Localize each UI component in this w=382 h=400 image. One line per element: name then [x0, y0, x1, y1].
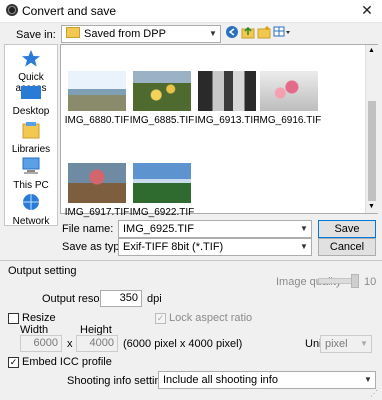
place-libraries[interactable]: Libraries [5, 121, 57, 155]
shooting-info-value: Include all shooting info [163, 374, 278, 386]
places-bar: Quick access Desktop Libraries This PC N… [4, 44, 58, 227]
scroll-up-icon[interactable]: ▲ [368, 47, 375, 54]
image-quality-value: 10 [364, 276, 377, 288]
thumbnail-img-6913[interactable] [198, 71, 256, 111]
image-quality-slider[interactable] [318, 274, 359, 288]
lock-aspect-checkbox[interactable]: ✓ [155, 313, 166, 324]
place-label: Network [12, 216, 50, 227]
app-icon [6, 4, 18, 16]
star-icon [5, 49, 57, 70]
place-label: Desktop [12, 106, 50, 117]
up-folder-icon [241, 26, 255, 39]
resize-checkbox[interactable] [8, 313, 19, 324]
chevron-down-icon: ▼ [209, 29, 217, 38]
new-folder-button[interactable] [257, 25, 271, 39]
file-name-value: IMG_6925.TIF [123, 223, 194, 235]
times-label: x [67, 338, 73, 350]
save-button[interactable]: Save [318, 220, 376, 238]
save-in-dropdown[interactable]: Saved from DPP ▼ [61, 25, 221, 43]
file-name-label[interactable]: IMG_6885.TIF [127, 115, 197, 126]
back-button[interactable] [226, 26, 238, 38]
file-name-field-label: File name: [62, 223, 114, 235]
close-button[interactable]: ✕ [356, 1, 378, 19]
resize-grip-icon[interactable]: ⋰ [370, 390, 380, 399]
chevron-down-icon: ▼ [360, 339, 368, 348]
desktop-icon [5, 85, 57, 104]
window-title: Convert and save [22, 4, 117, 18]
folder-icon [66, 27, 80, 38]
output-resolution-input[interactable]: 350 [100, 290, 142, 307]
scrollbar-thumb[interactable] [368, 101, 376, 201]
unit-dropdown[interactable]: pixel ▼ [320, 335, 372, 353]
unit-value: pixel [325, 338, 348, 350]
thumbnail-img-6922[interactable] [133, 163, 191, 203]
thumbnail-img-6880[interactable] [68, 71, 126, 111]
place-network[interactable]: Network [5, 193, 57, 227]
chevron-down-icon: ▼ [300, 224, 308, 233]
place-this-pc[interactable]: This PC [5, 157, 57, 191]
height-input[interactable]: 4000 [76, 335, 118, 352]
file-list[interactable]: IMG_6880.TIF IMG_6885.TIF IMG_6913.TIF I… [60, 44, 378, 218]
thumbnail-img-6885[interactable] [133, 71, 191, 111]
lock-aspect-label: Lock aspect ratio [169, 312, 253, 324]
file-name-label[interactable]: IMG_6916.TIF [254, 115, 324, 126]
network-icon [5, 193, 57, 214]
shooting-info-dropdown[interactable]: Include all shooting info ▼ [158, 371, 376, 389]
pixel-summary: (6000 pixel x 4000 pixel) [123, 338, 243, 350]
thumbnail-img-6916[interactable] [260, 71, 318, 111]
embed-icc-checkbox[interactable]: ✓ [8, 357, 19, 368]
resize-label: Resize [22, 312, 56, 324]
place-label: This PC [13, 180, 49, 191]
view-grid-icon [273, 26, 290, 37]
save-in-label: Save in: [16, 29, 56, 41]
chevron-down-icon: ▼ [364, 375, 372, 384]
divider [0, 260, 382, 261]
new-folder-icon [257, 26, 271, 39]
scroll-down-icon[interactable]: ▼ [368, 203, 375, 210]
slider-thumb[interactable] [351, 274, 359, 288]
file-name-label[interactable]: IMG_6913.TIF [192, 115, 262, 126]
save-as-type-dropdown[interactable]: Exif-TIFF 8bit (*.TIF) ▼ [118, 238, 312, 256]
cancel-button[interactable]: Cancel [318, 238, 376, 256]
file-name-label[interactable]: IMG_6922.TIF [127, 207, 197, 218]
view-menu-button[interactable] [273, 25, 291, 39]
place-desktop[interactable]: Desktop [5, 85, 57, 117]
libraries-icon [5, 121, 57, 142]
shooting-info-label: Shooting info setting [67, 375, 167, 387]
save-as-type-value: Exif-TIFF 8bit (*.TIF) [123, 241, 224, 253]
file-name-label[interactable]: IMG_6917.TIF [62, 207, 132, 218]
file-name-label[interactable]: IMG_6880.TIF [62, 115, 132, 126]
back-arrow-icon [228, 28, 235, 36]
chevron-down-icon: ▼ [300, 242, 308, 251]
width-input[interactable]: 6000 [20, 335, 62, 352]
dpi-label: dpi [147, 293, 162, 305]
save-in-value: Saved from DPP [84, 28, 166, 40]
computer-icon [5, 157, 57, 178]
file-name-input[interactable]: IMG_6925.TIF ▼ [118, 220, 312, 238]
up-folder-button[interactable] [241, 25, 255, 39]
thumbnail-img-6917[interactable] [68, 163, 126, 203]
embed-icc-label: Embed ICC profile [22, 356, 112, 368]
file-list-scrollbar[interactable]: ▲ ▼ [365, 45, 378, 213]
place-label: Libraries [11, 144, 51, 155]
output-setting-title: Output setting [8, 265, 77, 277]
